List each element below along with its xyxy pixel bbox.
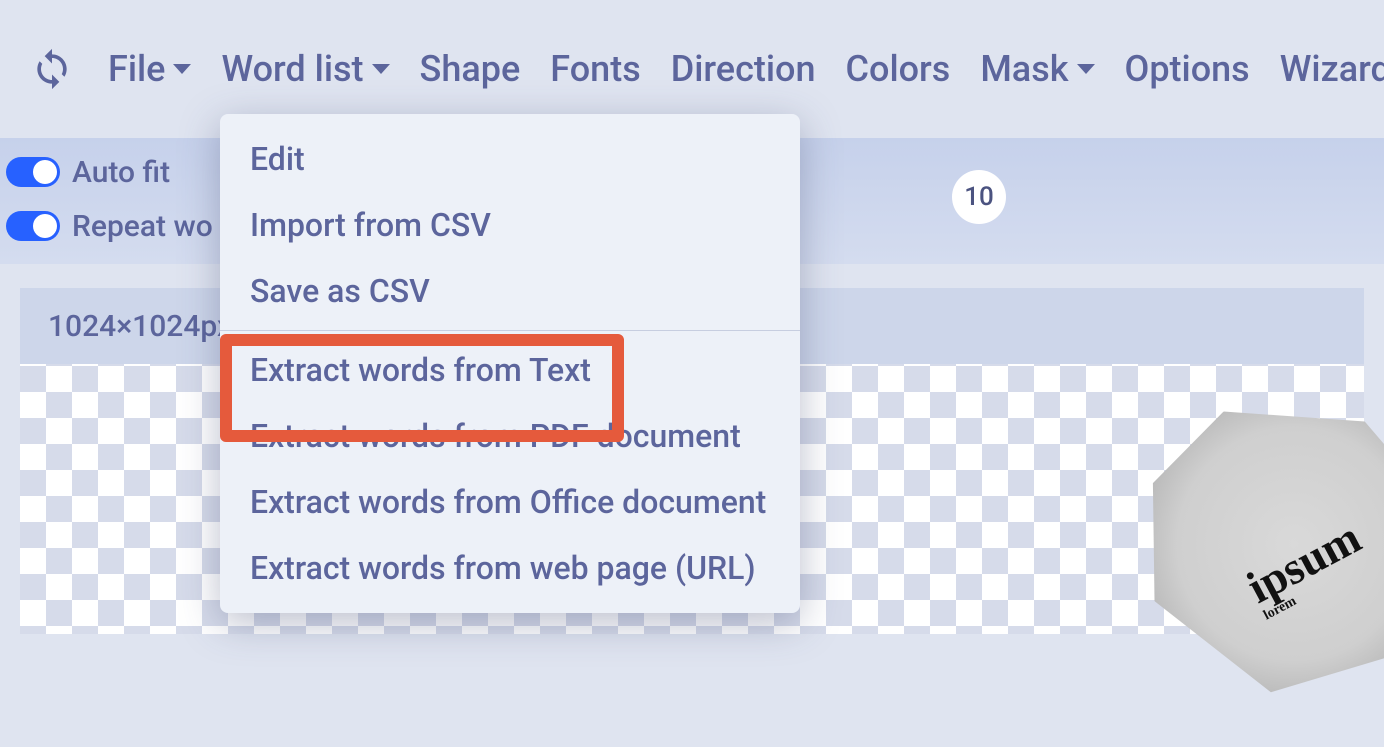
value-bubble[interactable]: 10 [952,170,1006,224]
caret-down-icon [1077,64,1095,74]
value-bubble-text: 10 [964,182,994,212]
menu-wizard-label: Wizard [1280,48,1384,90]
menu-direction[interactable]: Direction [671,48,816,90]
dropdown-item-edit[interactable]: Edit [220,126,800,192]
menu-colors-label: Colors [846,48,951,90]
dimensions-text: 1024×1024px [48,309,232,344]
dropdown-item-extract-text[interactable]: Extract words from Text [220,337,800,403]
dropdown-item-import-csv[interactable]: Import from CSV [220,192,800,258]
caret-down-icon [173,64,191,74]
menu-wordlist[interactable]: Word list [221,48,389,90]
refresh-icon[interactable] [30,45,74,93]
label-autofit: Auto fit [72,155,170,190]
menu-file-label: File [108,48,165,90]
menu-options-label: Options [1125,48,1250,90]
label-repeat-words: Repeat wo [72,209,213,244]
toggle-autofit[interactable] [6,157,60,187]
menu-fonts[interactable]: Fonts [550,48,640,90]
menu-shape-label: Shape [420,48,521,90]
menu-wordlist-label: Word list [221,48,363,90]
dropdown-item-extract-office[interactable]: Extract words from Office document [220,469,800,535]
menu-colors[interactable]: Colors [846,48,951,90]
wordcloud-preview: ipsum lorem [1091,341,1384,747]
menu-options[interactable]: Options [1125,48,1250,90]
menu-wizard[interactable]: Wizard [1280,48,1384,90]
dropdown-divider [220,330,800,331]
wordlist-dropdown: Edit Import from CSV Save as CSV Extract… [220,114,800,613]
menu-mask[interactable]: Mask [980,48,1094,90]
menu-shape[interactable]: Shape [420,48,521,90]
dropdown-item-save-csv[interactable]: Save as CSV [220,258,800,324]
menu-direction-label: Direction [671,48,816,90]
dropdown-item-extract-pdf[interactable]: Extract words from PDF document [220,403,800,469]
menu-file[interactable]: File [108,48,191,90]
toggle-repeat-words[interactable] [6,211,60,241]
menu-fonts-label: Fonts [550,48,640,90]
menu-mask-label: Mask [980,48,1068,90]
dropdown-item-extract-url[interactable]: Extract words from web page (URL) [220,535,800,601]
caret-down-icon [372,64,390,74]
